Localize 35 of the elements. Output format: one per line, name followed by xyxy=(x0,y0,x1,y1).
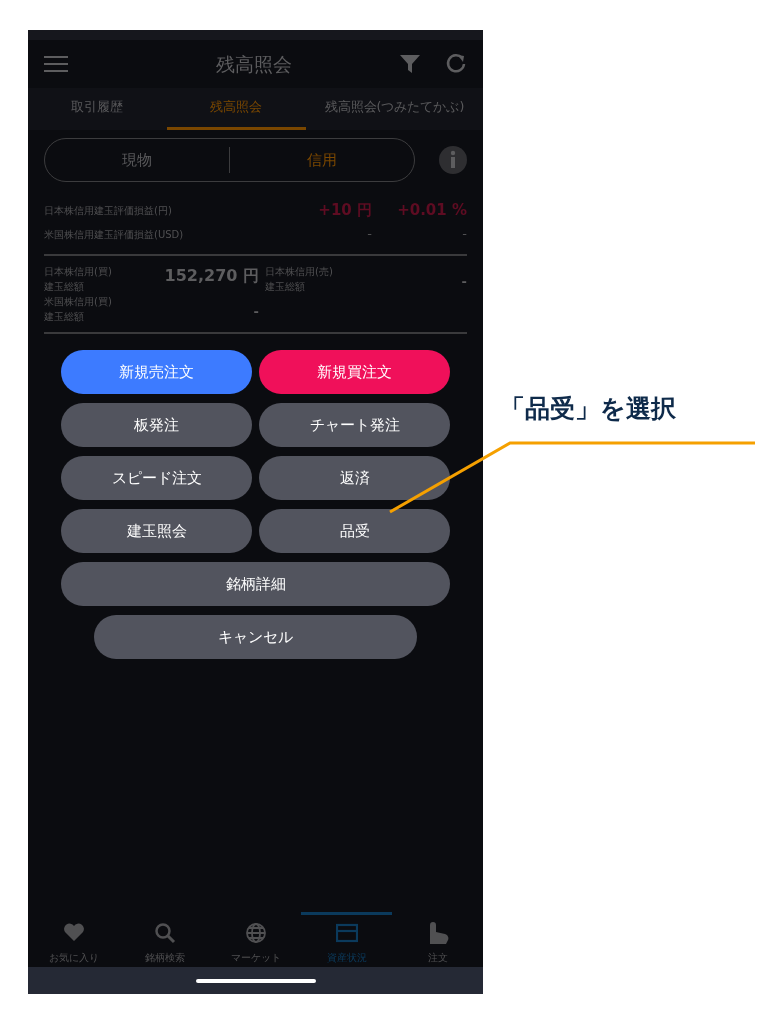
nav-tab[interactable]: 注文 xyxy=(392,912,483,967)
search-icon xyxy=(153,922,176,944)
home-indicator[interactable] xyxy=(195,978,316,983)
annotation-text: 「品受」を選択 xyxy=(500,393,676,425)
percent-text: +0.01 % xyxy=(396,199,467,221)
menu-button[interactable]: 板発注 xyxy=(61,403,252,447)
menu-button[interactable]: 返済 xyxy=(259,456,450,500)
value-text: - xyxy=(460,273,467,291)
globe-icon xyxy=(244,922,267,944)
heart-icon xyxy=(62,922,85,944)
tab[interactable]: 取引履歴 xyxy=(28,88,167,130)
menu-button[interactable]: 新規買注文 xyxy=(259,350,450,394)
card-icon xyxy=(335,922,358,944)
value-text: 152,270 円 xyxy=(163,265,259,287)
menu-button[interactable]: チャート発注 xyxy=(259,403,450,447)
segment-option[interactable]: 信用 xyxy=(229,147,414,173)
menu-icon[interactable] xyxy=(44,55,68,73)
menu-button[interactable]: 建玉照会 xyxy=(61,509,252,553)
filter-icon[interactable] xyxy=(399,54,421,74)
tab[interactable]: 残高照会 xyxy=(166,88,306,130)
menu-button[interactable]: 新規売注文 xyxy=(61,350,252,394)
segment-option[interactable]: 現物 xyxy=(45,139,229,181)
cancel-button[interactable]: キャンセル xyxy=(94,615,417,659)
refresh-icon[interactable] xyxy=(445,53,467,75)
info-icon[interactable] xyxy=(439,146,467,174)
menu-button[interactable]: スピード注文 xyxy=(61,456,252,500)
nav-tab[interactable]: 銘柄検索 xyxy=(119,912,210,967)
value-text: - xyxy=(252,303,259,321)
screen-title: 残高照会 xyxy=(214,51,293,77)
tab[interactable]: 残高照会(つみたてかぶ) xyxy=(305,88,483,130)
percent-text: - xyxy=(461,225,467,244)
menu-button[interactable]: 品受 xyxy=(259,509,450,553)
menu-button[interactable]: 銘柄詳細 xyxy=(61,562,450,606)
value-text: - xyxy=(366,225,372,244)
value-text: +10 円 xyxy=(317,199,372,221)
